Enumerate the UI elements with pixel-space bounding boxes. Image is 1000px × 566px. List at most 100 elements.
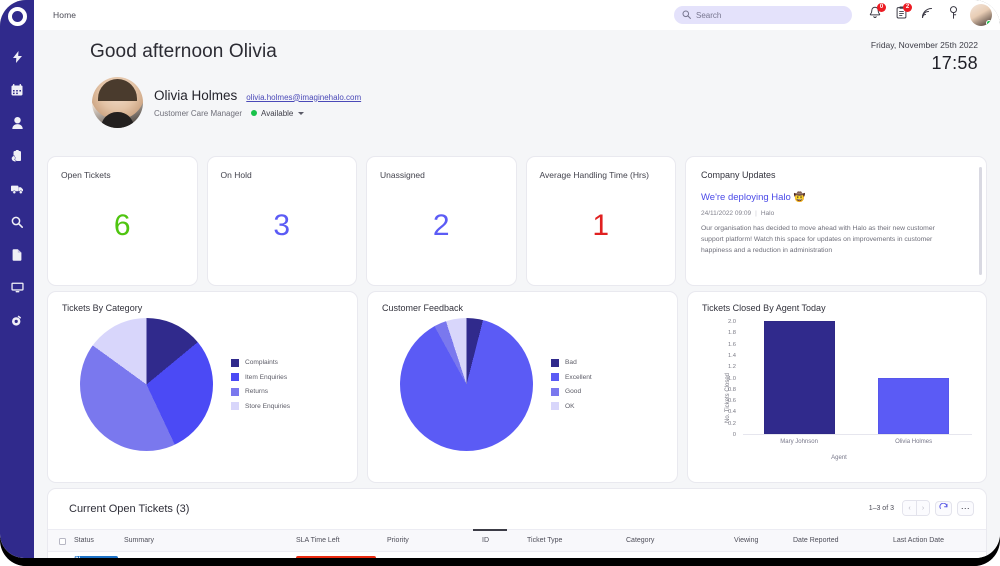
user-avatar[interactable] [970,4,992,26]
sidebar-item-assets[interactable] [0,172,34,205]
availability-dot-icon [251,110,258,116]
search-placeholder: Search [696,10,722,20]
kpi-value: 2 [432,209,450,242]
kpi-value: 1 [592,209,610,242]
legend-item[interactable]: Store Enquiries [231,402,290,411]
company-updates-title: Company Updates [701,170,776,180]
pie-chart-category[interactable] [80,318,213,451]
device-screen: Home Search 0 2 Good afternoon Olivia Fr… [0,0,1000,558]
bar-rect[interactable] [878,377,950,434]
bar-chart: No. Tickets Closed 2.0 1.8 1.6 1.4 1.2 1.0 0.8… [702,319,976,474]
kpi-row: Open Tickets 6 On Hold 3 Unassigned 2 Av… [47,156,987,286]
calendar-icon [11,83,23,96]
tasks-button[interactable]: 2 [888,2,914,28]
pagination-next-button[interactable]: › [916,501,929,515]
more-options-button[interactable]: ⋯ [957,500,974,516]
greeting-row: Good afternoon Olivia Friday, November 2… [34,30,1000,130]
kpi-title: On Hold [220,170,252,180]
monitor-icon [10,282,24,293]
y-tick-label: 0 [732,432,736,438]
column-header[interactable]: Priority [387,537,409,544]
kpi-card-unassigned[interactable]: Unassigned 2 [366,156,517,286]
legend-label: Complaints [245,359,278,367]
update-headline-link[interactable]: We're deploying Halo 🤠 [701,192,971,203]
table-pagination: 1–3 of 3 ‹ › ⋯ [869,500,974,516]
sidebar-item-settings[interactable] [0,304,34,337]
chart-title: Customer Feedback [382,303,464,313]
profile-details: Olivia Holmes olivia.holmes@imaginehalo.… [154,88,361,118]
sidebar-item-reports[interactable] [0,238,34,271]
y-tick-label: 1.0 [727,375,736,382]
bar-column[interactable]: Mary Johnson [763,321,835,445]
bar-column[interactable]: Olivia Holmes [878,321,950,445]
notifications-badge: 0 [877,3,886,12]
person-icon [11,116,23,129]
profile-role: Customer Care Manager [154,108,243,118]
availability-selector[interactable]: Available [251,109,305,118]
legend-swatch-icon [551,358,559,367]
update-date: 24/11/2022 09:09 [701,210,752,217]
feed-rss-icon [921,6,933,24]
sidebar-item-devices[interactable] [0,271,34,304]
y-tick-label: 0.2 [727,420,736,427]
pagination-prev-button[interactable]: ‹ [903,501,916,515]
kpi-card-open-tickets[interactable]: Open Tickets 6 [47,156,198,286]
sidebar-item-requests[interactable] [0,139,34,172]
help-button[interactable] [940,2,966,28]
legend-label: Good [565,388,582,396]
legend-item[interactable]: Good [551,387,592,396]
lightning-icon [12,50,23,63]
sidebar-item-users[interactable] [0,106,34,139]
feed-button[interactable] [914,2,940,28]
pie-chart-feedback[interactable] [400,318,533,451]
kpi-card-on-hold[interactable]: On Hold 3 [206,156,357,286]
profile-email-link[interactable]: olivia.holmes@imaginehalo.com [246,93,361,102]
select-all-checkbox[interactable] [59,538,66,545]
column-header[interactable]: Status [74,537,94,544]
column-header[interactable]: Viewing [734,537,758,544]
updates-scrollbar[interactable] [979,167,982,275]
kpi-value: 3 [273,209,291,242]
pie-wrap: Bad Excellent Good OK [368,318,677,451]
column-header[interactable]: Summary [124,537,154,544]
chart-legend: Complaints Item Enquiries Returns Store Enq… [231,358,290,411]
y-tick-label: 1.6 [727,341,736,348]
halo-logo[interactable] [7,7,27,26]
page-title: Good afternoon Olivia [90,41,277,62]
update-meta: 24/11/2022 09:09 | Halo [701,210,775,217]
document-icon [12,248,22,261]
page-body: Good afternoon Olivia Friday, November 2… [34,30,1000,558]
legend-item[interactable]: Complaints [231,358,290,367]
column-header[interactable]: Last Action Date [893,537,944,544]
current-date: Friday, November 25th 2022 [870,40,978,50]
profile-avatar[interactable] [92,77,143,128]
refresh-button[interactable] [935,500,952,516]
device-bezel-bottom [0,558,1000,566]
legend-item[interactable]: Bad [551,358,592,367]
column-header[interactable]: Ticket Type [527,537,562,544]
notifications-bell-button[interactable]: 0 [862,2,888,28]
breadcrumb[interactable]: Home [53,10,76,20]
legend-item[interactable]: Returns [231,387,290,396]
sidebar-item-search[interactable] [0,205,34,238]
kpi-card-average-handling-time[interactable]: Average Handling Time (Hrs) 1 [525,156,676,286]
x-axis-label: Agent [831,455,847,461]
y-tick-label: 0.6 [727,398,736,405]
tasks-badge: 2 [903,3,912,12]
legend-swatch-icon [231,373,239,382]
column-header[interactable]: Date Reported [793,537,839,544]
sidebar-item-calendar[interactable] [0,73,34,106]
legend-item[interactable]: Item Enquiries [231,373,290,382]
sidebar-item-quick-actions[interactable] [0,40,34,73]
column-header[interactable]: Category [626,537,654,544]
bar-rect[interactable] [763,321,835,434]
y-tick-label: 0.8 [727,386,736,393]
column-header[interactable]: ID [482,537,489,544]
search-icon [11,216,23,228]
column-header[interactable]: SLA Time Left [296,537,340,544]
legend-swatch-icon [231,387,239,396]
legend-item[interactable]: OK [551,402,592,411]
search-input[interactable]: Search [674,6,852,24]
legend-swatch-icon [551,373,559,382]
legend-item[interactable]: Excellent [551,373,592,382]
